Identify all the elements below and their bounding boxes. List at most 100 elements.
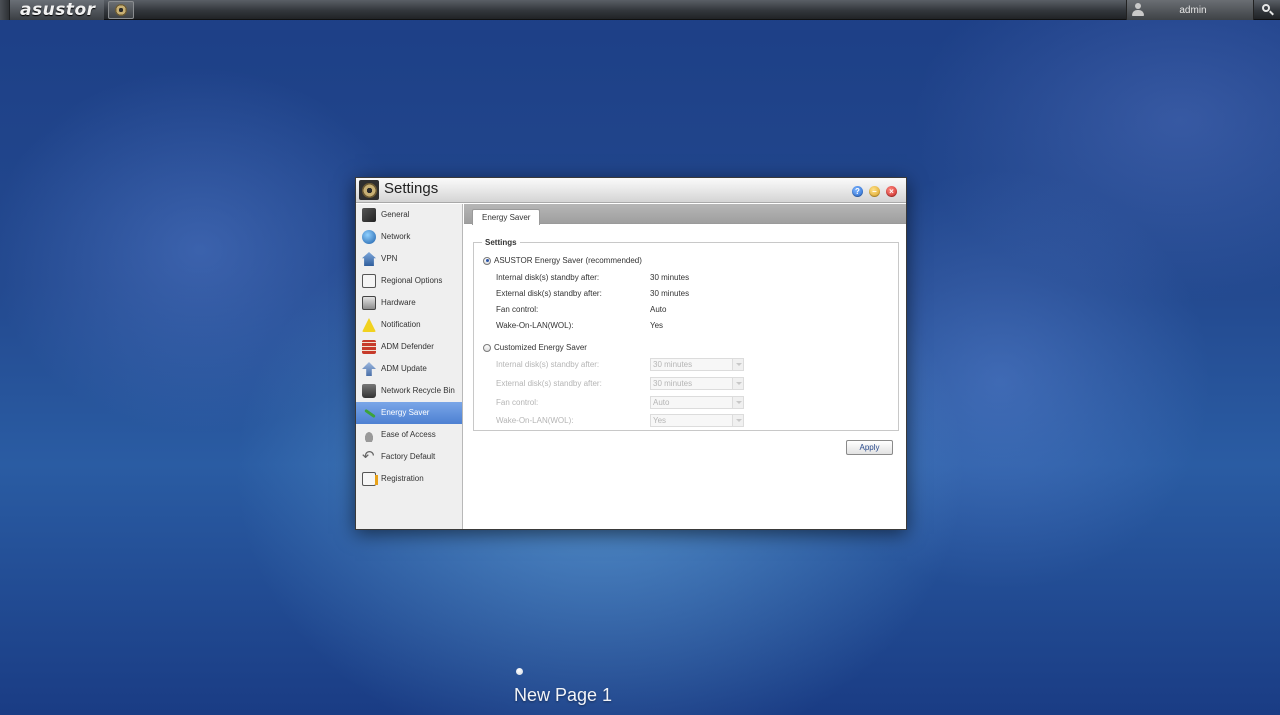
rec-wol-label: Wake-On-LAN(WOL): bbox=[496, 321, 574, 330]
chevron-down-icon bbox=[732, 359, 743, 370]
sidebar-item-energy-saver[interactable]: Energy Saver bbox=[356, 402, 462, 424]
apply-button[interactable]: Apply bbox=[846, 440, 893, 455]
sidebar-item-vpn[interactable]: VPN bbox=[356, 248, 462, 270]
sidebar-item-adm-update[interactable]: ADM Update bbox=[356, 358, 462, 380]
sidebar-item-notification[interactable]: Notification bbox=[356, 314, 462, 336]
chevron-down-icon bbox=[732, 378, 743, 389]
custom-internal-standby-label: Internal disk(s) standby after: bbox=[496, 360, 600, 369]
search-icon bbox=[1262, 4, 1274, 16]
window-title: Settings bbox=[384, 180, 439, 197]
rec-internal-standby-row: Internal disk(s) standby after: 30 minut… bbox=[496, 273, 689, 282]
warning-icon bbox=[362, 318, 376, 332]
sidebar-item-label: Energy Saver bbox=[381, 408, 430, 417]
start-grip[interactable] bbox=[0, 0, 10, 20]
rec-fan-control-label: Fan control: bbox=[496, 305, 539, 314]
chevron-down-icon bbox=[732, 397, 743, 408]
sidebar-item-label: ADM Update bbox=[381, 364, 427, 373]
settings-group: Settings ASUSTOR Energy Saver (recommend… bbox=[473, 238, 899, 431]
sidebar-item-label: Network Recycle Bin bbox=[381, 386, 455, 395]
custom-wol-select[interactable]: Yes bbox=[650, 414, 744, 427]
customized-radio[interactable] bbox=[483, 343, 491, 352]
custom-fan-control-row: Fan control: Auto bbox=[496, 396, 744, 409]
sidebar-item-general[interactable]: General bbox=[356, 204, 462, 226]
custom-fan-control-select[interactable]: Auto bbox=[650, 396, 744, 409]
customized-energy-saver-option[interactable]: Customized Energy Saver bbox=[483, 343, 587, 352]
upload-arrow-icon bbox=[362, 362, 376, 376]
help-icon[interactable]: ? bbox=[852, 186, 863, 197]
sidebar-item-label: ADM Defender bbox=[381, 342, 434, 351]
sidebar-item-label: Ease of Access bbox=[381, 430, 436, 439]
desktop-page-label[interactable]: New Page 1 bbox=[514, 685, 612, 706]
custom-wol-value: Yes bbox=[653, 416, 667, 425]
rec-wol-value: Yes bbox=[650, 321, 664, 330]
trash-icon bbox=[362, 384, 376, 398]
vpn-house-icon bbox=[362, 252, 376, 266]
asustor-logo: asustor bbox=[20, 0, 96, 20]
settings-sidebar: General Network VPN Regional Options Har… bbox=[356, 204, 463, 529]
brand[interactable]: asustor bbox=[0, 0, 104, 20]
undo-arrow-icon bbox=[362, 447, 376, 465]
rec-wol-row: Wake-On-LAN(WOL): Yes bbox=[496, 321, 663, 330]
sidebar-item-label: Notification bbox=[381, 320, 421, 329]
clock-icon bbox=[362, 274, 376, 288]
sidebar-item-network-recycle-bin[interactable]: Network Recycle Bin bbox=[356, 380, 462, 402]
taskbar: asustor admin bbox=[0, 0, 1280, 20]
rec-fan-control-row: Fan control: Auto bbox=[496, 305, 666, 314]
page-indicator-dot[interactable] bbox=[516, 668, 523, 675]
custom-internal-standby-select[interactable]: 30 minutes bbox=[650, 358, 744, 371]
custom-fan-control-value: Auto bbox=[653, 398, 670, 407]
sidebar-item-label: Factory Default bbox=[381, 452, 436, 461]
network-globe-icon bbox=[362, 230, 376, 244]
general-icon bbox=[362, 208, 376, 222]
rec-external-standby-value: 30 minutes bbox=[650, 289, 690, 298]
recommended-energy-saver-option[interactable]: ASUSTOR Energy Saver (recommended) bbox=[483, 256, 642, 265]
tab-strip: Energy Saver bbox=[464, 204, 906, 225]
ease-access-icon bbox=[362, 428, 376, 442]
sidebar-item-adm-defender[interactable]: ADM Defender bbox=[356, 336, 462, 358]
hardware-icon bbox=[362, 296, 376, 310]
recommended-radio[interactable] bbox=[483, 256, 491, 265]
custom-external-standby-label: External disk(s) standby after: bbox=[496, 379, 602, 388]
rec-external-standby-row: External disk(s) standby after: 30 minut… bbox=[496, 289, 689, 298]
custom-external-standby-select[interactable]: 30 minutes bbox=[650, 377, 744, 390]
user-menu[interactable]: admin bbox=[1126, 0, 1254, 20]
search-button[interactable] bbox=[1256, 0, 1280, 20]
clipboard-icon bbox=[362, 472, 378, 486]
sidebar-item-label: Regional Options bbox=[381, 276, 443, 285]
settings-app-icon bbox=[359, 180, 379, 200]
sidebar-item-registration[interactable]: Registration bbox=[356, 468, 462, 490]
settings-legend: Settings bbox=[482, 238, 520, 247]
custom-internal-standby-row: Internal disk(s) standby after: 30 minut… bbox=[496, 358, 744, 371]
custom-external-standby-value: 30 minutes bbox=[653, 379, 693, 388]
gear-icon bbox=[115, 4, 127, 16]
custom-wol-label: Wake-On-LAN(WOL): bbox=[496, 416, 574, 425]
rec-external-standby-label: External disk(s) standby after: bbox=[496, 289, 602, 298]
sidebar-item-network[interactable]: Network bbox=[356, 226, 462, 248]
custom-fan-control-label: Fan control: bbox=[496, 398, 539, 407]
sidebar-item-label: General bbox=[381, 210, 410, 219]
user-name: admin bbox=[1179, 4, 1207, 16]
sidebar-item-label: VPN bbox=[381, 254, 398, 263]
sidebar-item-label: Hardware bbox=[381, 298, 416, 307]
sidebar-item-factory-default[interactable]: Factory Default bbox=[356, 446, 462, 468]
close-icon[interactable]: × bbox=[886, 186, 897, 197]
settings-app-taskbar-button[interactable] bbox=[108, 1, 134, 19]
tab-energy-saver[interactable]: Energy Saver bbox=[472, 209, 541, 225]
user-icon bbox=[1132, 3, 1144, 17]
sidebar-item-label: Registration bbox=[381, 474, 424, 483]
sidebar-item-regional-options[interactable]: Regional Options bbox=[356, 270, 462, 292]
chevron-down-icon bbox=[732, 415, 743, 426]
gear-icon bbox=[361, 182, 377, 198]
rec-internal-standby-label: Internal disk(s) standby after: bbox=[496, 273, 600, 282]
sidebar-item-hardware[interactable]: Hardware bbox=[356, 292, 462, 314]
customized-radio-label: Customized Energy Saver bbox=[494, 343, 587, 352]
minimize-icon[interactable]: – bbox=[869, 186, 880, 197]
firewall-icon bbox=[362, 340, 376, 354]
window-titlebar[interactable]: Settings ? – × bbox=[356, 178, 906, 203]
rec-internal-standby-value: 30 minutes bbox=[650, 273, 690, 282]
custom-internal-standby-value: 30 minutes bbox=[653, 360, 693, 369]
custom-external-standby-row: External disk(s) standby after: 30 minut… bbox=[496, 377, 744, 390]
sidebar-item-ease-of-access[interactable]: Ease of Access bbox=[356, 424, 462, 446]
settings-content: Energy Saver Settings ASUSTOR Energy Sav… bbox=[464, 204, 906, 529]
custom-wol-row: Wake-On-LAN(WOL): Yes bbox=[496, 414, 744, 427]
